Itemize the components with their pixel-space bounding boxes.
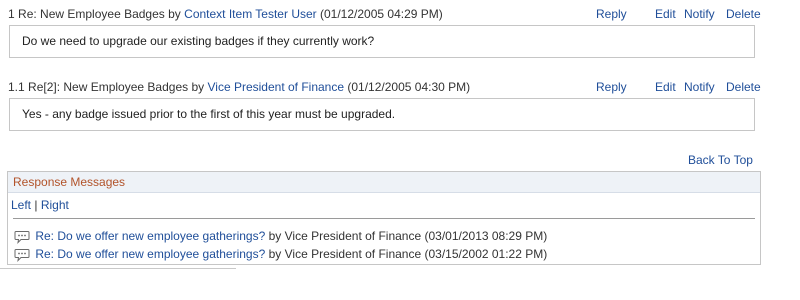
right-link[interactable]: Right (41, 198, 69, 212)
list-item: Re: Do we offer new employee gatherings?… (14, 246, 547, 262)
response-subject-link[interactable]: Re: Do we offer new employee gatherings? (35, 229, 265, 243)
speech-bubble-icon (14, 248, 30, 262)
panel-title: Response Messages (8, 172, 760, 193)
response-subject-link[interactable]: Re: Do we offer new employee gatherings? (35, 247, 265, 261)
edit-link[interactable]: Edit (655, 79, 676, 95)
notify-link[interactable]: Notify (684, 6, 715, 22)
list-item: Re: Do we offer new employee gatherings?… (14, 228, 547, 244)
delete-link[interactable]: Delete (726, 79, 761, 95)
back-to-top-link[interactable]: Back To Top (688, 152, 753, 168)
footer-divider (0, 268, 236, 269)
post-actions: Reply Edit Notify Delete (0, 79, 800, 95)
post-body: Do we need to upgrade our existing badge… (9, 25, 755, 58)
speech-bubble-icon (14, 230, 30, 244)
delete-link[interactable]: Delete (726, 6, 761, 22)
left-right-nav: Left | Right (11, 198, 69, 212)
response-date: (03/15/2002 01:22 PM) (424, 247, 548, 261)
divider (13, 218, 755, 219)
response-author: by Vice President of Finance (268, 229, 422, 243)
response-messages-panel: Response Messages Left | Right Re: Do we… (7, 171, 761, 265)
left-link[interactable]: Left (11, 198, 31, 212)
response-date: (03/01/2013 08:29 PM) (424, 229, 548, 243)
post-actions: Reply Edit Notify Delete (0, 6, 800, 22)
reply-link[interactable]: Reply (596, 6, 627, 22)
post-body: Yes - any badge issued prior to the firs… (9, 98, 755, 131)
notify-link[interactable]: Notify (684, 79, 715, 95)
reply-link[interactable]: Reply (596, 79, 627, 95)
separator: | (34, 198, 38, 212)
response-author: by Vice President of Finance (268, 247, 422, 261)
edit-link[interactable]: Edit (655, 6, 676, 22)
